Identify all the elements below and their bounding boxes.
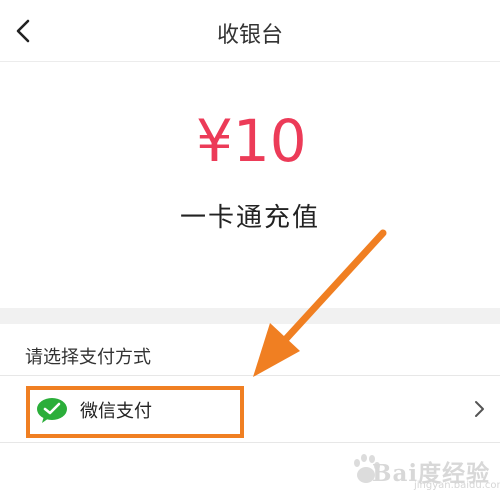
watermark-url: jingyan.baidu.com bbox=[414, 480, 500, 491]
divider-line bbox=[0, 442, 500, 443]
payment-method-wechat[interactable] bbox=[0, 376, 500, 442]
order-summary bbox=[0, 63, 500, 308]
payment-section-label: 请选择支付方式 bbox=[25, 347, 151, 368]
order-amount: ¥10 bbox=[196, 107, 307, 175]
page-title: 收银台 bbox=[216, 23, 283, 48]
chevron-right-icon bbox=[475, 401, 484, 417]
section-divider bbox=[0, 308, 500, 324]
payment-method-label: 微信支付 bbox=[80, 401, 152, 422]
header-bar: 收银台 bbox=[0, 0, 500, 62]
order-product-name: 一卡通充值 bbox=[179, 203, 320, 233]
wechat-pay-icon bbox=[37, 398, 67, 423]
